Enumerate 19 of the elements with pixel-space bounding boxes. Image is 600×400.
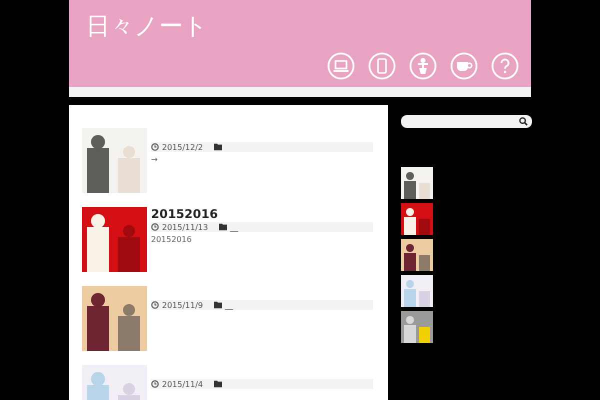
folder-icon bbox=[214, 380, 222, 388]
post-category[interactable]: __ bbox=[225, 300, 234, 310]
post-date: 2015/11/13 bbox=[162, 222, 208, 232]
post-date: 2015/12/2 bbox=[162, 142, 204, 152]
clock-icon bbox=[151, 301, 159, 309]
clock-icon bbox=[151, 223, 159, 231]
folder-icon bbox=[214, 301, 222, 309]
search-icon[interactable] bbox=[519, 117, 528, 126]
post-category[interactable]: __ bbox=[230, 222, 238, 232]
post-excerpt: 20152016 bbox=[151, 235, 192, 244]
post-date: 2015/11/9 bbox=[162, 300, 204, 310]
clock-icon bbox=[151, 143, 159, 151]
clock-icon bbox=[151, 380, 159, 388]
folder-icon bbox=[214, 143, 222, 151]
search-field[interactable] bbox=[401, 115, 532, 128]
post-excerpt: → bbox=[151, 155, 158, 164]
post-date: 2015/11/4 bbox=[162, 380, 204, 388]
post-title[interactable]: 20152016 bbox=[151, 207, 218, 222]
folder-icon bbox=[219, 223, 228, 231]
